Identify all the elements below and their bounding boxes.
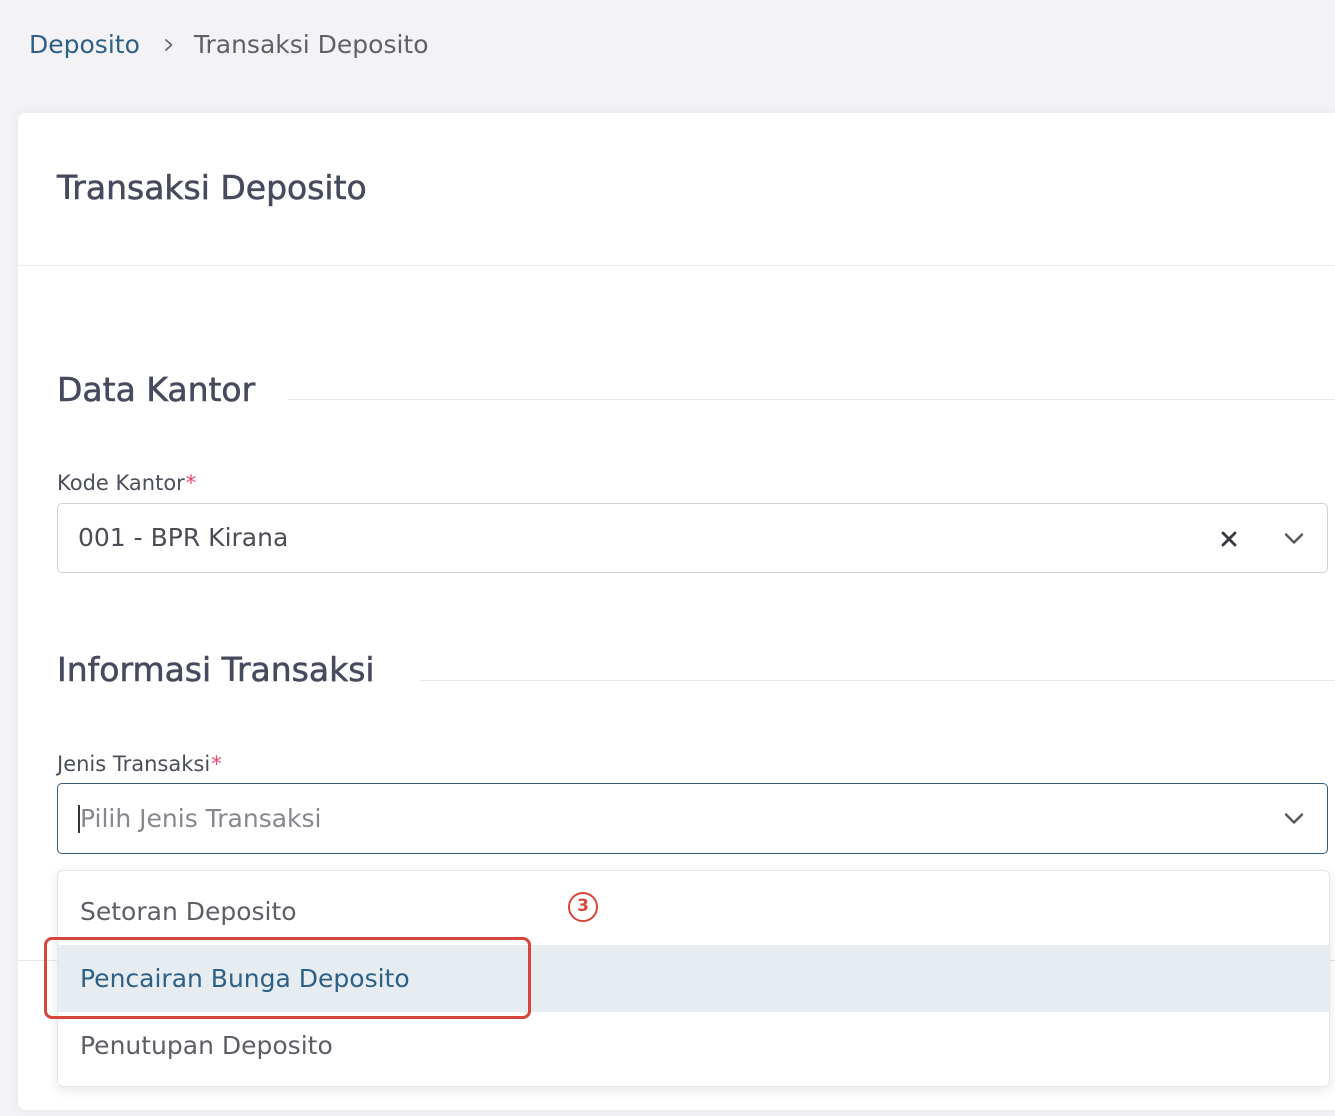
jenis-transaksi-label-text: Jenis Transaksi xyxy=(57,752,211,776)
breadcrumb-link-deposito[interactable]: Deposito xyxy=(29,29,140,61)
annotation-step-badge: 3 xyxy=(568,892,598,922)
chevron-down-icon[interactable] xyxy=(1284,532,1304,545)
close-icon[interactable] xyxy=(1220,530,1238,548)
option-setoran-deposito[interactable]: Setoran Deposito xyxy=(58,878,1329,945)
kode-kantor-label: Kode Kantor* xyxy=(57,470,196,496)
kode-kantor-select[interactable]: 001 - BPR Kirana xyxy=(57,503,1328,573)
jenis-transaksi-input[interactable] xyxy=(78,784,1228,852)
required-mark: * xyxy=(185,471,197,495)
card-title: Transaksi Deposito xyxy=(57,168,367,208)
option-penutupan-deposito[interactable]: Penutupan Deposito xyxy=(58,1012,1329,1079)
header-divider xyxy=(18,265,1335,266)
chevron-down-icon[interactable] xyxy=(1284,812,1304,825)
jenis-transaksi-select[interactable] xyxy=(57,783,1328,854)
breadcrumb-current: Transaksi Deposito xyxy=(193,30,429,59)
kode-kantor-value: 001 - BPR Kirana xyxy=(78,523,289,552)
kode-kantor-label-text: Kode Kantor xyxy=(57,471,185,495)
section-heading-informasi-transaksi: Informasi Transaksi xyxy=(57,650,375,690)
section-heading-data-kantor: Data Kantor xyxy=(57,370,256,410)
chevron-right-icon xyxy=(164,39,173,51)
annotation-highlight-box xyxy=(44,937,531,1019)
breadcrumb: Deposito Transaksi Deposito xyxy=(29,29,429,61)
text-cursor xyxy=(78,805,80,833)
jenis-transaksi-label: Jenis Transaksi* xyxy=(57,751,222,777)
required-mark: * xyxy=(211,752,222,776)
section-divider-informasi-transaksi xyxy=(420,680,1335,681)
section-divider-data-kantor xyxy=(288,399,1335,400)
